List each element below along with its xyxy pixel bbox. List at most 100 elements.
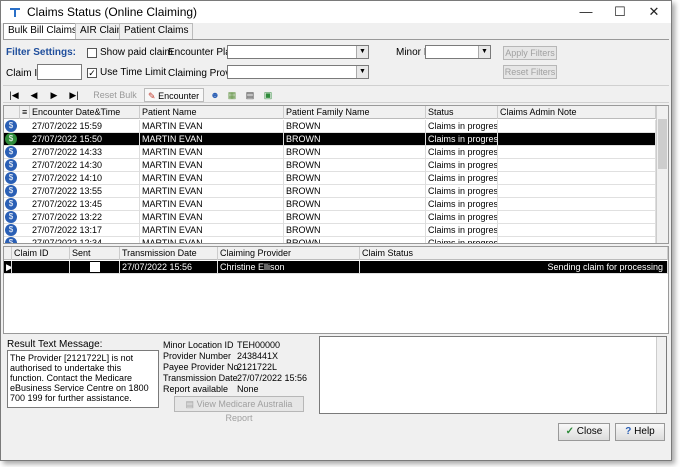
row-pointer-icon: ▶ — [4, 261, 12, 274]
refresh-icon[interactable]: $ — [5, 198, 17, 210]
cell-patient-family-name: BROWN — [284, 237, 426, 243]
detail-row[interactable]: ▶ 27/07/2022 15:56 Christine Ellison Sen… — [4, 261, 668, 274]
reset-filters-button[interactable]: Reset Filters — [503, 65, 557, 79]
claims-grid: ≡ Encounter Date&Time Patient Name Patie… — [3, 105, 669, 244]
table-row[interactable]: $27/07/2022 12:34 MARTIN EVAN BROWN Claims … — [4, 237, 656, 243]
view-report-button[interactable]: ▤ View Medicare Australia Report — [174, 396, 304, 423]
filter-panel: Filter Settings: Show paid claim Claim I… — [3, 39, 669, 85]
prev-record-button[interactable]: ◀ — [27, 88, 41, 102]
table-row[interactable]: $27/07/2022 14:33 MARTIN EVAN BROWN Claims … — [4, 146, 656, 159]
cell-patient-family-name: BROWN — [284, 120, 426, 133]
close-window-button[interactable]: ✕ — [639, 1, 669, 23]
refresh-icon[interactable]: $ — [5, 224, 17, 236]
encounter-button[interactable]: ✎ Encounter — [144, 88, 204, 102]
close-button[interactable]: ✓ Close — [558, 423, 610, 441]
refresh-icon[interactable]: $ — [5, 172, 17, 184]
export-icon[interactable]: ▣ — [261, 88, 275, 102]
table-row[interactable]: $27/07/2022 14:30 MARTIN EVAN BROWN Claims … — [4, 159, 656, 172]
table-row[interactable]: $27/07/2022 13:45 MARTIN EVAN BROWN Claims … — [4, 198, 656, 211]
tab-patient-claims[interactable]: Patient Claims — [119, 23, 194, 39]
minor-id-select[interactable]: ▼ — [425, 45, 491, 59]
view-report-label: View Medicare Australia Report — [196, 399, 293, 423]
minimize-button[interactable]: — — [571, 1, 601, 23]
notes-memo[interactable] — [319, 336, 667, 414]
payee-provider-label: Payee Provider No. — [163, 362, 242, 372]
transmission-date-label: Transmission Date — [163, 373, 238, 383]
claim-id-input[interactable] — [37, 64, 82, 80]
detail-claiming-provider: Christine Ellison — [218, 261, 360, 274]
cell-encounter-datetime: 27/07/2022 15:50 — [30, 133, 140, 146]
apply-filters-button[interactable]: Apply Filters — [503, 46, 557, 60]
print-icon[interactable]: ▤ — [243, 88, 257, 102]
column-claiming-provider[interactable]: Claiming Provider — [218, 247, 360, 260]
tab-bulk-bill-claims[interactable]: Bulk Bill Claims — [3, 23, 82, 40]
refresh-icon[interactable]: $ — [5, 211, 17, 223]
show-paid-checkbox[interactable] — [87, 48, 97, 58]
claims-scrollbar[interactable] — [656, 106, 668, 243]
refresh-icon[interactable]: $ — [5, 133, 17, 145]
table-row[interactable]: $27/07/2022 15:59 MARTIN EVAN BROWN Claims … — [4, 120, 656, 133]
cell-patient-name: MARTIN EVAN — [140, 120, 284, 133]
next-record-button[interactable]: ▶ — [47, 88, 61, 102]
reset-bulk-bill-button[interactable]: Reset Bulk Bill — [87, 88, 143, 114]
column-transmission-date[interactable]: Transmission Date — [120, 247, 218, 260]
claim-detail-grid: Claim ID Sent Transmission Date Claiming… — [3, 246, 669, 334]
table-row[interactable]: $27/07/2022 14:10 MARTIN EVAN BROWN Claims … — [4, 172, 656, 185]
cell-claims-admin-note — [498, 237, 656, 243]
column-patient-family-name[interactable]: Patient Family Name — [284, 106, 426, 119]
detail-sent[interactable] — [70, 261, 120, 274]
chevron-down-icon: ▼ — [478, 46, 490, 58]
column-encounter-datetime[interactable]: Encounter Date&Time — [30, 106, 140, 119]
column-status[interactable]: Status — [426, 106, 498, 119]
claims-status-window: Claims Status (Online Claiming) — ☐ ✕ Bu… — [0, 0, 672, 461]
cell-status: Claims in progress — [428, 133, 498, 146]
pencil-icon: ✎ — [148, 91, 156, 101]
spreadsheet-icon[interactable]: ▦ — [225, 88, 239, 102]
cell-claims-admin-note — [498, 224, 656, 237]
column-claims-admin-note[interactable]: Claims Admin Note — [498, 106, 656, 119]
last-record-button[interactable]: ▶| — [67, 88, 81, 102]
scrollbar-thumb[interactable] — [658, 119, 667, 169]
cell-status: Claims in progress — [428, 146, 498, 159]
column-patient-name[interactable]: Patient Name — [140, 106, 284, 119]
checkmark-icon: ✓ — [565, 426, 577, 437]
first-record-button[interactable]: |◀ — [7, 88, 21, 102]
cell-status: Claims in progress — [428, 185, 498, 198]
use-time-limit-checkbox[interactable]: ✓ — [87, 68, 97, 78]
table-row[interactable]: $27/07/2022 13:55 MARTIN EVAN BROWN Claims … — [4, 185, 656, 198]
cell-patient-family-name: BROWN — [284, 198, 426, 211]
help-icon: ? — [625, 426, 635, 437]
claiming-provider-select[interactable]: ▼ — [227, 65, 369, 79]
refresh-icon[interactable]: $ — [5, 120, 17, 132]
chevron-down-icon: ▼ — [356, 66, 368, 78]
cell-encounter-datetime: 27/07/2022 14:10 — [30, 172, 140, 185]
cell-status: Claims in progress — [426, 237, 498, 243]
refresh-icon[interactable]: $ — [5, 237, 17, 243]
column-sent[interactable]: Sent — [70, 247, 120, 260]
cell-status: Claims in progress — [428, 198, 498, 211]
show-paid-label: Show paid claim — [100, 47, 173, 58]
minor-location-label: Minor Location ID — [163, 340, 234, 350]
cell-patient-name: MARTIN EVAN — [140, 133, 284, 146]
patient-icon[interactable]: ☻ — [208, 88, 222, 102]
chevron-down-icon: ▼ — [356, 46, 368, 58]
table-row[interactable]: $27/07/2022 13:22 MARTIN EVAN BROWN Claims … — [4, 211, 656, 224]
table-row[interactable]: $27/07/2022 13:17 MARTIN EVAN BROWN Claims … — [4, 224, 656, 237]
help-button[interactable]: ? Help — [615, 423, 665, 441]
maximize-button[interactable]: ☐ — [605, 1, 635, 23]
memo-scrollbar[interactable] — [656, 337, 666, 413]
cell-patient-family-name: BROWN — [284, 159, 426, 172]
filter-icon[interactable]: ≡ — [20, 106, 30, 119]
column-claim-id[interactable]: Claim ID — [12, 247, 70, 260]
cell-status: Claims in progress — [428, 172, 498, 185]
refresh-icon[interactable]: $ — [5, 146, 17, 158]
detail-indicator-header — [4, 247, 12, 260]
refresh-icon[interactable]: $ — [5, 185, 17, 197]
use-time-limit-label: Use Time Limit — [100, 67, 167, 78]
refresh-icon[interactable]: $ — [5, 159, 17, 171]
table-row[interactable]: $27/07/2022 15:50 MARTIN EVAN BROWN Claims … — [4, 133, 656, 146]
cell-patient-name: MARTIN EVAN — [140, 172, 284, 185]
encounter-place-select[interactable]: ▼ — [227, 45, 369, 59]
column-claim-status[interactable]: Claim Status — [360, 247, 668, 260]
result-panel: Result Text Message: The Provider [21217… — [3, 336, 669, 423]
